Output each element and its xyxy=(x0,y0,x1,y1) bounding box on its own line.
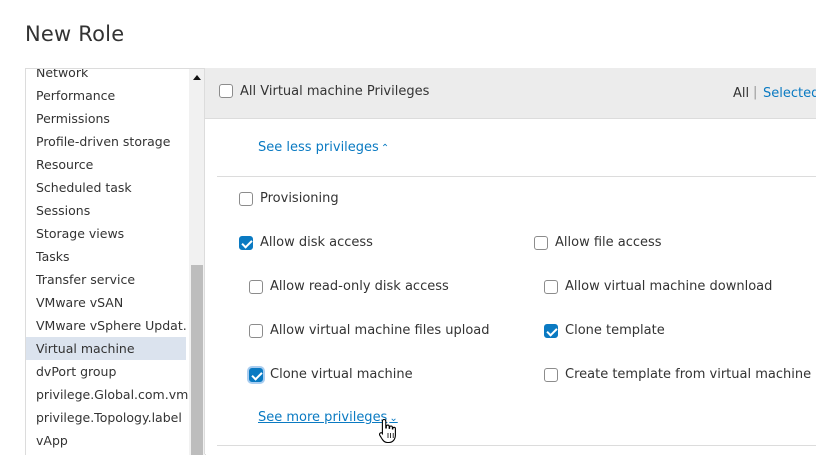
list-item-privilege-global[interactable]: privilege.Global.com.vm... xyxy=(26,383,188,406)
provisioning-label: Provisioning xyxy=(260,191,339,206)
see-more-label: See more privileges xyxy=(258,410,388,425)
allow-vm-files-upload-label: Allow virtual machine files upload xyxy=(270,323,490,338)
clone-vm-label: Clone virtual machine xyxy=(270,367,413,382)
create-template-from-vm-checkbox[interactable] xyxy=(544,368,558,382)
list-item-vmware-vsan[interactable]: VMware vSAN xyxy=(26,291,188,314)
list-scrollbar[interactable] xyxy=(189,69,205,455)
list-item-transfer-service[interactable]: Transfer service xyxy=(26,268,188,291)
filter-all-link[interactable]: All xyxy=(733,86,749,101)
dialog-title: New Role xyxy=(25,22,125,46)
list-item-vmware-vsphere-update[interactable]: VMware vSphere Updat... xyxy=(26,314,188,337)
allow-vm-download-checkbox[interactable] xyxy=(544,280,558,294)
chevron-double-up-icon: ⌃ xyxy=(380,143,390,154)
list-item-virtual-machine[interactable]: Virtual machine xyxy=(26,337,186,360)
allow-file-access-checkbox[interactable] xyxy=(534,236,548,250)
list-item-dvport-group[interactable]: dvPort group xyxy=(26,360,188,383)
scroll-up-arrow-icon[interactable] xyxy=(193,75,201,80)
allow-file-access-label: Allow file access xyxy=(555,235,662,250)
privileges-header: All Virtual machine Privileges All | Sel… xyxy=(205,68,816,119)
category-list-items: Network Performance Permissions Profile-… xyxy=(26,69,188,452)
see-more-privileges-link[interactable]: See more privileges ⌄ xyxy=(258,410,398,425)
see-less-label: See less privileges xyxy=(258,140,379,155)
list-item-performance[interactable]: Performance xyxy=(26,84,188,107)
privileges-panel: All Virtual machine Privileges All | Sel… xyxy=(204,68,816,454)
list-item-vapp[interactable]: vApp xyxy=(26,429,188,452)
allow-disk-access-label: Allow disk access xyxy=(260,235,373,250)
list-item-privilege-topology[interactable]: privilege.Topology.label xyxy=(26,406,188,429)
provisioning-checkbox[interactable] xyxy=(239,192,253,206)
allow-vm-download-label: Allow virtual machine download xyxy=(565,279,773,294)
scrollbar-thumb[interactable] xyxy=(191,265,203,455)
filter-separator: | xyxy=(753,85,758,100)
list-item-sessions[interactable]: Sessions xyxy=(26,199,188,222)
section-divider xyxy=(217,176,816,177)
privilege-category-list: Network Performance Permissions Profile-… xyxy=(25,68,206,455)
allow-readonly-disk-access-label: Allow read-only disk access xyxy=(270,279,449,294)
all-vm-privileges-checkbox[interactable] xyxy=(219,84,233,98)
list-item-profile-driven-storage[interactable]: Profile-driven storage xyxy=(26,130,188,153)
list-item-tasks[interactable]: Tasks xyxy=(26,245,188,268)
create-template-from-vm-label: Create template from virtual machine xyxy=(565,367,812,382)
allow-readonly-disk-access-checkbox[interactable] xyxy=(249,280,263,294)
filter-selected-link[interactable]: Selected xyxy=(763,86,816,101)
list-item-permissions[interactable]: Permissions xyxy=(26,107,188,130)
allow-disk-access-checkbox[interactable] xyxy=(239,236,253,250)
see-less-privileges-link[interactable]: See less privileges ⌃ xyxy=(258,140,389,155)
list-item-network[interactable]: Network xyxy=(26,69,188,84)
list-item-resource[interactable]: Resource xyxy=(26,153,188,176)
all-vm-privileges-label: All Virtual machine Privileges xyxy=(240,84,430,99)
hand-pointer-cursor-icon xyxy=(378,418,396,444)
bottom-divider xyxy=(217,445,816,446)
clone-template-checkbox[interactable] xyxy=(544,324,558,338)
clone-template-label: Clone template xyxy=(565,323,665,338)
allow-vm-files-upload-checkbox[interactable] xyxy=(249,324,263,338)
list-item-scheduled-task[interactable]: Scheduled task xyxy=(26,176,188,199)
clone-vm-checkbox[interactable] xyxy=(249,368,263,382)
list-item-storage-views[interactable]: Storage views xyxy=(26,222,188,245)
